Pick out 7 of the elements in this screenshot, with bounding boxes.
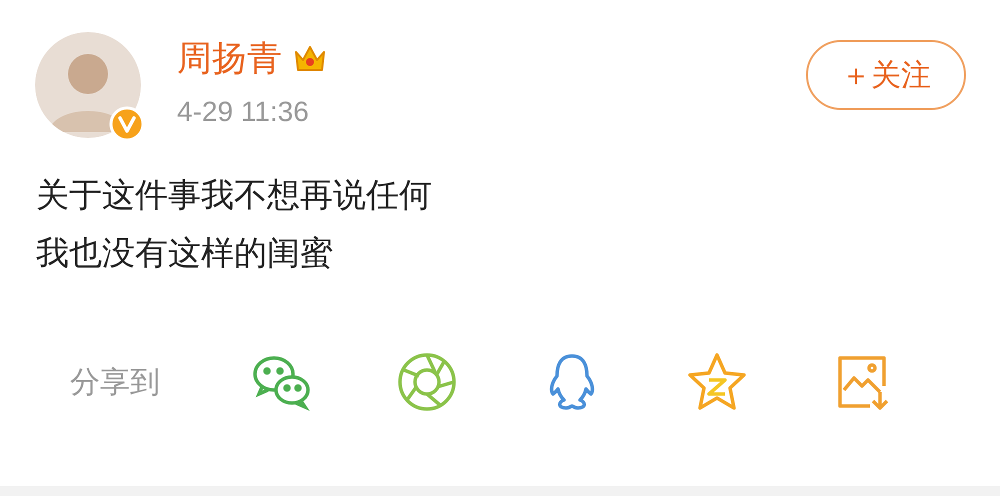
post-time: 4-29 11:36 xyxy=(177,95,310,129)
post-text: 关于这件事我不想再说任何 xyxy=(36,175,433,215)
post-text: 我也没有这样的闺蜜 xyxy=(36,233,334,273)
author-name[interactable]: 周扬青 xyxy=(177,37,282,81)
follow-button[interactable]: ＋关注 xyxy=(806,40,966,110)
avatar[interactable] xyxy=(35,32,141,138)
share-label: 分享到 xyxy=(70,364,161,400)
